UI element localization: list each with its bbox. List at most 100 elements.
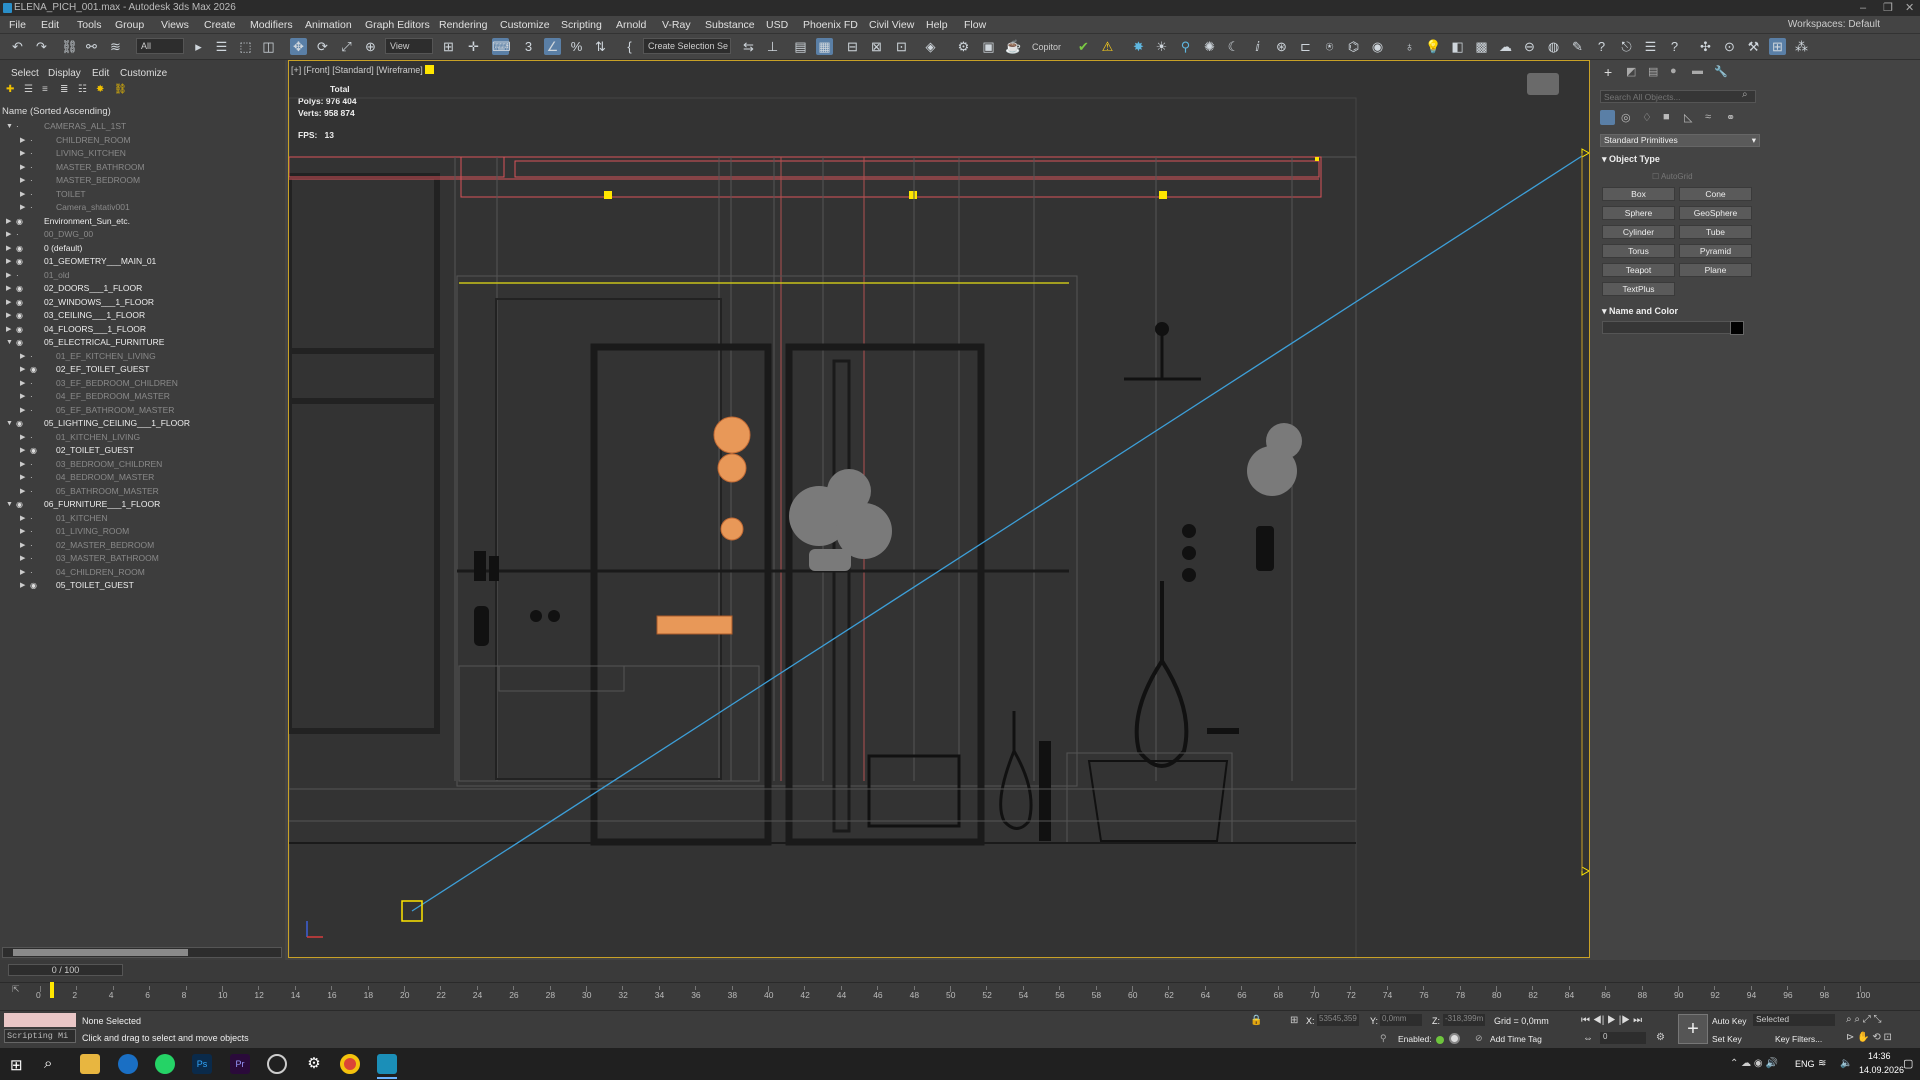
expand-icon[interactable]: ▶ — [6, 228, 11, 241]
tab-display[interactable]: Display — [48, 68, 81, 79]
question-icon[interactable]: ? — [1666, 38, 1683, 55]
layer-row[interactable]: ▶ · 01_old — [0, 269, 282, 282]
expand-icon[interactable]: ▶ — [20, 174, 25, 187]
helpers-icon[interactable]: ◺ — [1684, 111, 1692, 124]
search-icon[interactable]: ⌕ — [44, 1055, 52, 1072]
vray-fur-icon[interactable]: ⅈ — [1249, 38, 1266, 55]
layer-row[interactable]: ▶ · MASTER_BEDROOM — [0, 174, 282, 187]
lights-icon[interactable]: ♢ — [1642, 111, 1652, 124]
toggle-layer-explorer-icon[interactable]: ▦ — [816, 38, 833, 55]
undo-icon[interactable]: ↶ — [9, 38, 26, 55]
key-filters-button[interactable]: Key Filters... — [1775, 1034, 1822, 1044]
scale-icon[interactable]: ⤢ — [338, 38, 355, 55]
layer-row[interactable]: ▼ · CAMERAS_ALL_1ST — [0, 120, 282, 133]
angle-snap-icon[interactable]: ∠ — [544, 38, 561, 55]
toggle-scene-explorer-icon[interactable]: ▤ — [792, 38, 809, 55]
expand-icon[interactable]: ▶ — [6, 309, 11, 322]
minimize-icon[interactable]: – — [1860, 0, 1866, 16]
close-icon[interactable]: ✕ — [1905, 0, 1914, 16]
move-icon[interactable]: ✥ — [290, 38, 307, 55]
material-editor-icon[interactable]: ◈ — [922, 38, 939, 55]
workspaces-selector[interactable]: Workspaces: Default — [1788, 19, 1880, 30]
add-to-layer-icon[interactable]: ☰ — [24, 84, 33, 95]
textplus-button[interactable]: TextPlus — [1602, 282, 1675, 296]
vray-proxy-icon[interactable]: ⊛ — [1273, 38, 1290, 55]
settings-icon[interactable]: ⚙ — [304, 1054, 324, 1074]
grid-icon[interactable]: ▩ — [1473, 38, 1490, 55]
timeline-toggle-icon[interactable]: ⇱ — [12, 984, 20, 995]
menu-tools[interactable]: Tools — [77, 19, 102, 31]
collapse-icon[interactable]: ▼ — [6, 336, 13, 349]
menu-file[interactable]: File — [9, 19, 26, 31]
expand-icon[interactable]: ▶ — [20, 525, 25, 538]
window-crossing-icon[interactable]: ◫ — [260, 38, 277, 55]
visibility-icon[interactable]: · — [30, 390, 33, 403]
tab-edit[interactable]: Edit — [92, 68, 109, 79]
vray-dome-icon[interactable]: ✺ — [1201, 38, 1218, 55]
visibility-icon[interactable]: · — [30, 174, 33, 187]
key-selection-dropdown[interactable]: Selected — [1753, 1014, 1835, 1026]
pivot-icon[interactable]: ⊞ — [440, 38, 457, 55]
lock-selection-icon[interactable]: 🔒 — [1250, 1015, 1262, 1026]
layer-row[interactable]: ▼ ◉ 05_ELECTRICAL_FURNITURE — [0, 336, 282, 349]
visibility-icon[interactable]: · — [16, 269, 19, 282]
menu-vray[interactable]: V-Ray — [662, 19, 691, 31]
keyboard-shortcut-icon[interactable]: ⌨ — [492, 38, 511, 55]
object-name-input[interactable] — [1602, 321, 1742, 334]
expand-icon[interactable]: ▶ — [6, 282, 11, 295]
scrollbar-thumb[interactable] — [13, 949, 188, 956]
torus-button[interactable]: Torus — [1602, 244, 1675, 258]
visibility-icon[interactable]: ◉ — [16, 417, 23, 430]
menu-animation[interactable]: Animation — [305, 19, 352, 31]
visibility-icon[interactable]: · — [30, 525, 33, 538]
expand-icon[interactable]: ▶ — [20, 201, 25, 214]
pan-orbit-icon[interactable]: ⊳ ✋ ⟲ ⊡ — [1846, 1032, 1892, 1043]
menu-substance[interactable]: Substance — [705, 19, 755, 31]
collapse-icon[interactable]: ▼ — [6, 417, 13, 430]
layer-row[interactable]: ▶ · 05_BATHROOM_MASTER — [0, 485, 282, 498]
lightbulb-icon[interactable]: 💡 — [1425, 38, 1442, 55]
visibility-icon[interactable]: · — [30, 350, 33, 363]
visibility-icon[interactable]: · — [30, 188, 33, 201]
time-config-icon[interactable]: ⚙ — [1656, 1032, 1665, 1043]
menu-phoenix-fd[interactable]: Phoenix FD — [803, 19, 858, 31]
menu-customize[interactable]: Customize — [500, 19, 550, 31]
visibility-icon[interactable]: ◉ — [30, 579, 37, 592]
system-tray-icons[interactable]: ⌃ ☁ ◉ 🔊 — [1730, 1058, 1778, 1069]
layer-row[interactable]: ▶ ◉ 02_DOORS___1_FLOOR — [0, 282, 282, 295]
expand-icon[interactable]: ▶ — [20, 404, 25, 417]
new-layer-icon[interactable]: ✚ — [6, 84, 14, 95]
vray-plane-icon[interactable]: ⊏ — [1297, 38, 1314, 55]
expand-icon[interactable]: ▶ — [20, 444, 25, 457]
layer-row[interactable]: ▶ ◉ Environment_Sun_etc. — [0, 215, 282, 228]
expand-icon[interactable]: ▶ — [20, 431, 25, 444]
select-object-icon[interactable]: ▸ — [190, 38, 207, 55]
layer-row[interactable]: ▼ ◉ 06_FURNITURE___1_FLOOR — [0, 498, 282, 511]
layer-row[interactable]: ▶ ◉ 0 (default) — [0, 242, 282, 255]
geometry-icon[interactable] — [1600, 110, 1615, 125]
layer-row[interactable]: ▶ · 03_MASTER_BATHROOM — [0, 552, 282, 565]
expand-icon[interactable]: ▶ — [6, 242, 11, 255]
layer-row[interactable]: ▶ ◉ 05_TOILET_GUEST — [0, 579, 282, 592]
layer-row[interactable]: ▶ · CHILDREN_ROOM — [0, 134, 282, 147]
tube-button[interactable]: Tube — [1679, 225, 1752, 239]
layer-row[interactable]: ▶ · 01_KITCHEN_LIVING — [0, 431, 282, 444]
x-coordinate-field[interactable]: 53545,359 — [1317, 1014, 1359, 1026]
visibility-icon[interactable]: · — [30, 512, 33, 525]
expand-icon[interactable]: ▶ — [20, 350, 25, 363]
cylinder-button[interactable]: Cylinder — [1602, 225, 1675, 239]
plane-button[interactable]: Plane — [1679, 263, 1752, 277]
check-icon[interactable]: ✔ — [1075, 38, 1092, 55]
chrome-icon[interactable] — [340, 1054, 360, 1074]
visibility-icon[interactable]: · — [30, 485, 33, 498]
bind-spacewarp-icon[interactable]: ≋ — [107, 38, 124, 55]
menu-scripting[interactable]: Scripting — [561, 19, 602, 31]
light-icon[interactable]: ♁ — [1401, 38, 1418, 55]
collapse-icon[interactable]: ▼ — [6, 498, 13, 511]
volume-icon[interactable]: 🔈 — [1840, 1058, 1852, 1069]
manipulate-icon[interactable]: ✛ — [465, 38, 482, 55]
layer-row[interactable]: ▶ ◉ 04_FLOORS___1_FLOOR — [0, 323, 282, 336]
shapes-icon[interactable]: ◎ — [1621, 111, 1631, 124]
spacewarps-icon[interactable]: ≈ — [1705, 111, 1711, 123]
object-color-swatch[interactable] — [1730, 321, 1744, 335]
